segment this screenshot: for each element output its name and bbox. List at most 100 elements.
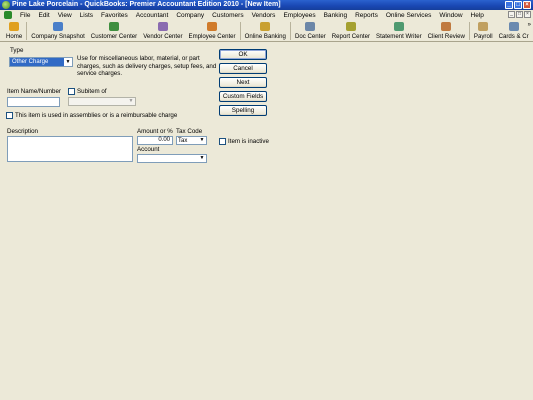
- reports-icon: [345, 22, 356, 31]
- menu-favorites[interactable]: Favorites: [97, 12, 132, 19]
- toolbar-label: Online Banking: [244, 33, 286, 40]
- docs-icon: [305, 22, 316, 31]
- toolbar-separator: [239, 22, 241, 40]
- subitem-label: Subitem of: [77, 88, 107, 95]
- description-textarea[interactable]: [7, 136, 133, 162]
- next-button[interactable]: Next: [219, 77, 267, 88]
- menu-view[interactable]: View: [54, 12, 76, 19]
- toolbar-label: Vendor Center: [143, 33, 183, 40]
- custom-fields-button[interactable]: Custom Fields: [219, 91, 267, 102]
- toolbar-payroll[interactable]: Payroll: [471, 22, 496, 41]
- cancel-button[interactable]: Cancel: [219, 63, 267, 74]
- amount-label: Amount or %: [137, 128, 173, 135]
- toolbar-report-center[interactable]: Report Center: [329, 22, 373, 41]
- mdi-close-icon[interactable]: ×: [524, 11, 531, 18]
- description-label: Description: [7, 128, 38, 135]
- spelling-button[interactable]: Spelling: [219, 105, 267, 116]
- account-label: Account: [137, 146, 160, 153]
- snapshot-icon: [53, 22, 64, 31]
- menu-bar: File Edit View Lists Favorites Accountan…: [0, 10, 533, 20]
- close-icon[interactable]: ×: [523, 1, 531, 9]
- toolbar-label: Customer Center: [90, 33, 138, 40]
- subitem-checkbox[interactable]: [68, 88, 75, 95]
- toolbar-customer-center[interactable]: Customer Center: [88, 22, 140, 41]
- window-title: Pine Lake Porcelain - QuickBooks: Premie…: [12, 1, 281, 8]
- menu-company[interactable]: Company: [172, 12, 208, 19]
- menu-accountant[interactable]: Accountant: [132, 12, 173, 19]
- chevron-down-icon[interactable]: ▼: [198, 137, 206, 144]
- toolbar-separator: [26, 22, 28, 40]
- customers-icon: [109, 22, 119, 31]
- menu-vendors[interactable]: Vendors: [248, 12, 280, 19]
- chevron-down-icon[interactable]: ▼: [198, 155, 206, 162]
- toolbar-statement-writer[interactable]: Statement Writer: [373, 22, 425, 41]
- menu-window[interactable]: Window: [435, 12, 466, 19]
- quickbooks-logo-icon: [2, 1, 10, 9]
- menu-reports[interactable]: Reports: [351, 12, 382, 19]
- toolbar-label: Report Center: [331, 33, 371, 40]
- toolbar-vendor-center[interactable]: Vendor Center: [140, 22, 185, 41]
- title-bar: Pine Lake Porcelain - QuickBooks: Premie…: [0, 0, 533, 10]
- employees-icon: [207, 22, 218, 31]
- minimize-icon[interactable]: _: [505, 1, 513, 9]
- toolbar-label: Company Snapshot: [31, 33, 85, 40]
- toolbar-online-banking[interactable]: Online Banking: [242, 22, 289, 41]
- toolbar-label: Payroll: [473, 33, 493, 40]
- toolbar-label: Client Review: [427, 33, 465, 40]
- tax-code-label: Tax Code: [176, 128, 203, 135]
- tax-code-value: Tax: [178, 138, 188, 144]
- banking-icon: [260, 22, 271, 31]
- mdi-restore-icon[interactable]: □: [516, 11, 523, 18]
- type-selected-value: Other Charge: [10, 58, 64, 66]
- item-name-input[interactable]: [7, 97, 60, 107]
- toolbar-label: Employee Center: [188, 33, 236, 40]
- assembly-label: This item is used in assemblies or is a …: [15, 112, 178, 119]
- toolbar-doc-center[interactable]: Doc Center: [292, 22, 329, 41]
- menu-file[interactable]: File: [16, 12, 34, 19]
- toolbar-label: Doc Center: [294, 33, 326, 40]
- type-label: Type: [10, 47, 24, 54]
- toolbar-cards[interactable]: Cards & Cr: [496, 22, 532, 41]
- new-item-form: Type Other Charge ▼ Use for miscellaneou…: [0, 43, 533, 400]
- toolbar-label: Cards & Cr: [498, 33, 529, 40]
- document-icon[interactable]: [4, 11, 12, 19]
- toolbar-employee-center[interactable]: Employee Center: [186, 22, 239, 41]
- restore-icon[interactable]: □: [514, 1, 522, 9]
- menu-online-services[interactable]: Online Services: [382, 12, 436, 19]
- type-select[interactable]: Other Charge ▼: [9, 57, 73, 67]
- toolbar-label: Statement Writer: [376, 33, 422, 40]
- toolbar-separator: [289, 22, 291, 40]
- vendors-icon: [157, 22, 168, 31]
- menu-customers[interactable]: Customers: [208, 12, 247, 19]
- item-name-label: Item Name/Number: [7, 88, 61, 95]
- cards-icon: [508, 22, 519, 31]
- toolbar-home[interactable]: Home: [3, 22, 25, 41]
- toolbar-overflow-icon[interactable]: »: [528, 22, 531, 28]
- mdi-minimize-icon[interactable]: _: [508, 11, 515, 18]
- tax-code-select[interactable]: Tax ▼: [176, 136, 207, 145]
- review-icon: [441, 22, 452, 31]
- amount-input[interactable]: 0.00: [137, 136, 173, 145]
- assembly-checkbox[interactable]: [6, 112, 13, 119]
- home-icon: [9, 22, 20, 31]
- chevron-down-icon[interactable]: ▼: [64, 58, 72, 66]
- inactive-checkbox[interactable]: [219, 138, 226, 145]
- icon-bar: Home Company Snapshot Customer Center Ve…: [0, 20, 533, 42]
- inactive-label: Item is inactive: [228, 138, 269, 145]
- menu-banking[interactable]: Banking: [320, 12, 352, 19]
- chevron-down-icon[interactable]: ▼: [127, 98, 135, 105]
- toolbar-company-snapshot[interactable]: Company Snapshot: [28, 22, 88, 41]
- toolbar-separator: [468, 22, 470, 40]
- type-description: Use for miscellaneous labor, material, o…: [77, 55, 217, 78]
- toolbar-label: Home: [6, 33, 23, 40]
- menu-employees[interactable]: Employees: [279, 12, 319, 19]
- menu-lists[interactable]: Lists: [76, 12, 97, 19]
- menu-edit[interactable]: Edit: [34, 12, 53, 19]
- toolbar-client-review[interactable]: Client Review: [425, 22, 468, 41]
- payroll-icon: [478, 22, 489, 31]
- menu-help[interactable]: Help: [467, 12, 488, 19]
- ok-button[interactable]: OK: [219, 49, 267, 60]
- subitem-select[interactable]: ▼: [68, 97, 136, 106]
- statement-icon: [393, 22, 404, 31]
- account-select[interactable]: ▼: [137, 154, 207, 163]
